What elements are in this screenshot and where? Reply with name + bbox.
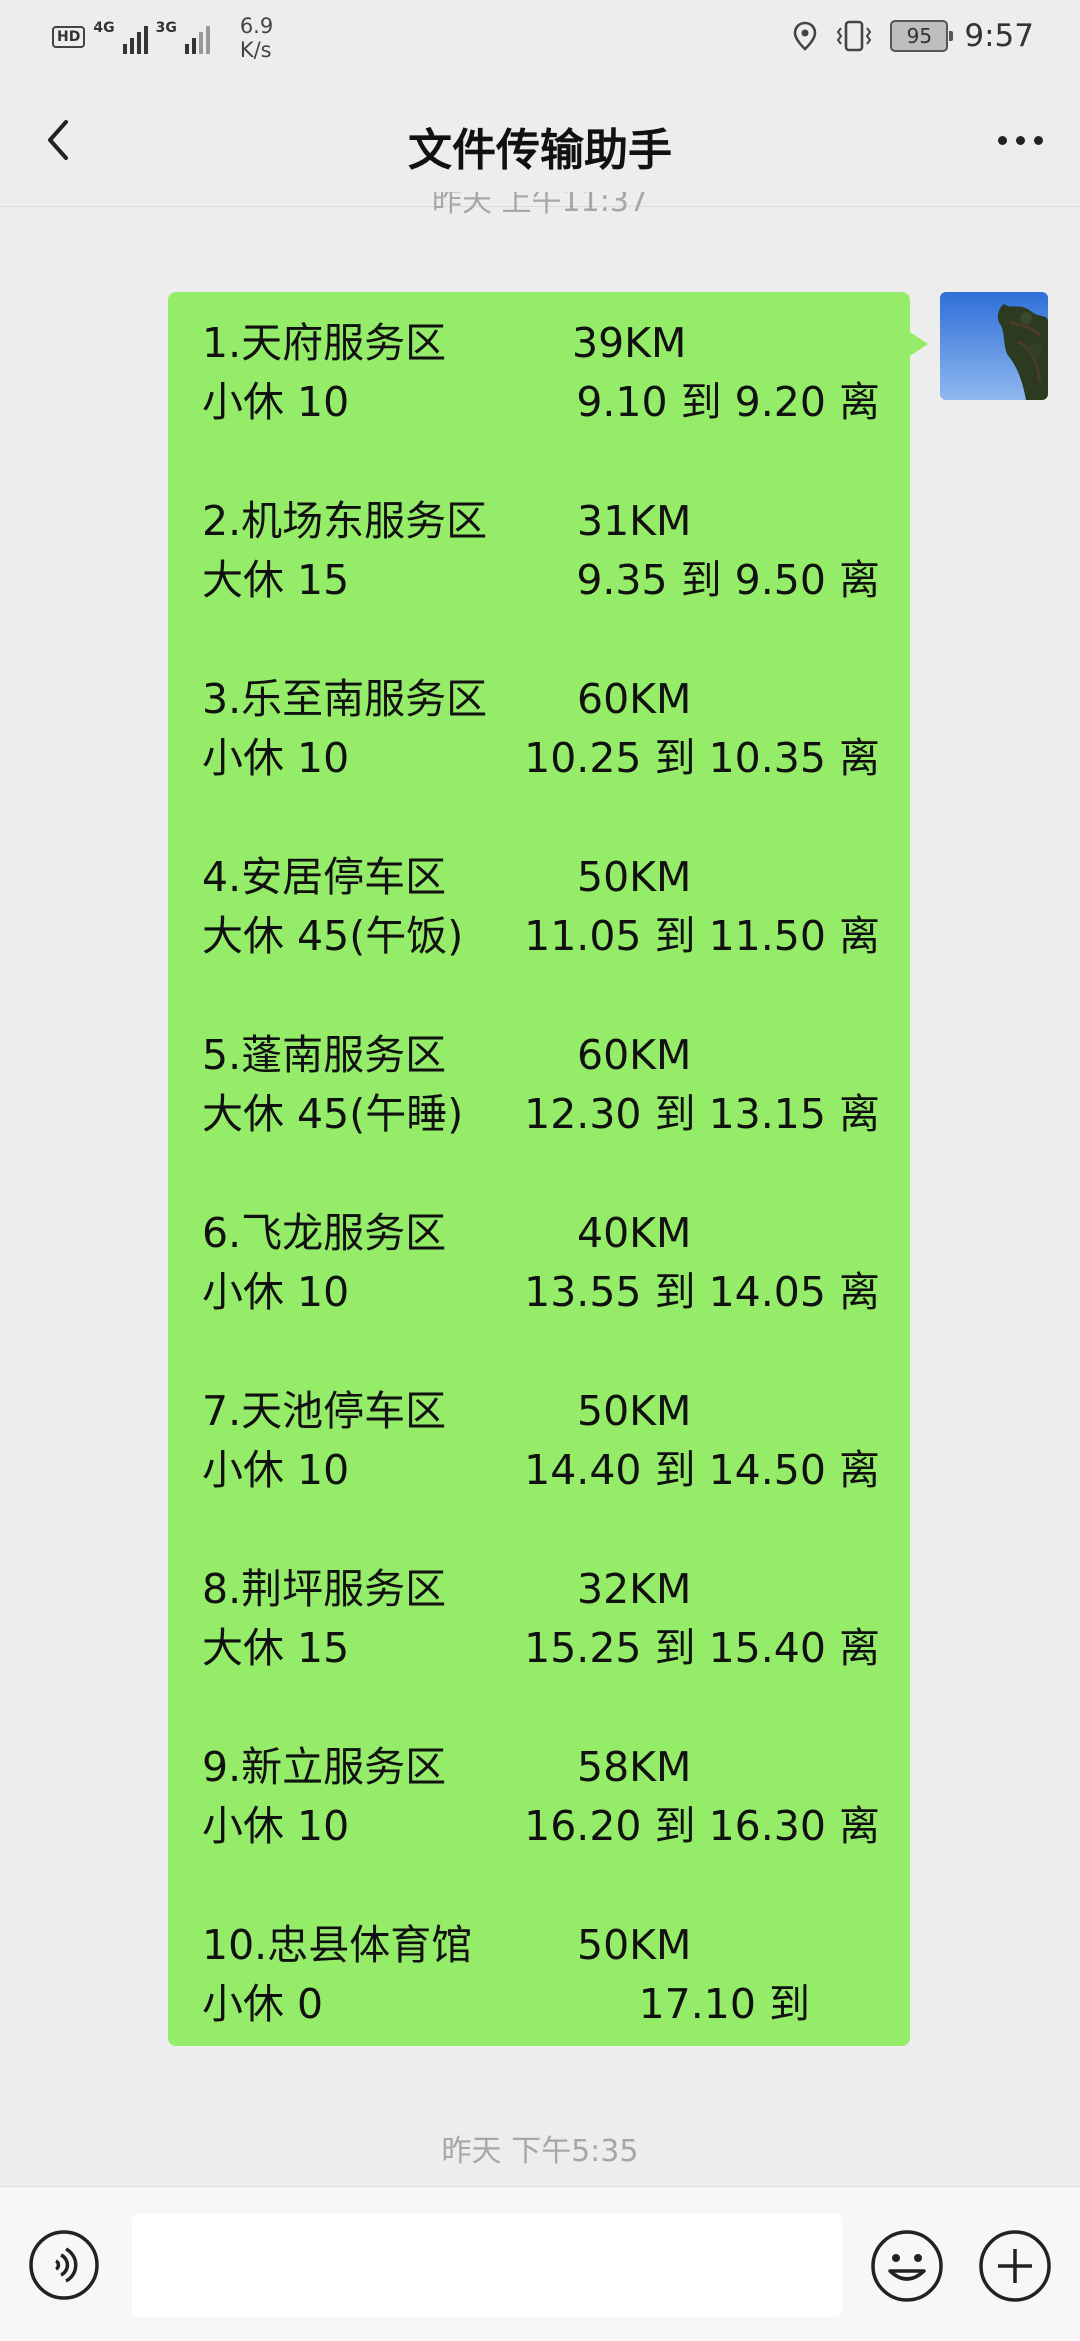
- rest-label: 小休 10: [202, 1802, 350, 1850]
- time-range: 17.10 到: [638, 1980, 810, 2028]
- message-line-time: 小休 0 17.10 到: [202, 1975, 880, 2034]
- distance: 60KM: [577, 675, 692, 723]
- rest-label: 小休 0: [202, 1980, 324, 2028]
- chat-title: 文件传输助手: [408, 125, 672, 176]
- timestamp-bottom: 昨天 下午5:35: [441, 2134, 639, 2169]
- distance: 39KM: [572, 319, 687, 367]
- distance: 40KM: [577, 1209, 692, 1257]
- stop-name: 6.飞龙服务区: [202, 1209, 447, 1257]
- chat-header: 文件传输助手: [0, 76, 1080, 207]
- rest-label: 大休 45(午睡): [202, 1090, 464, 1138]
- message-line-stop: 3.乐至南服务区 60KM: [202, 670, 880, 729]
- message-line-time: 小休 10 10.25 到 10.35 离: [202, 729, 880, 788]
- timestamp-top: 昨天 上午11:37: [432, 192, 648, 216]
- time-range: 14.40 到 14.50 离: [524, 1446, 880, 1494]
- stop-name: 10.忠县体育馆: [202, 1921, 473, 1969]
- message-bubble[interactable]: 1.天府服务区 39KM 小休 10 9.10 到 9.20 离 2.机场东服务区 31K…: [168, 292, 928, 2046]
- network-4g-label: 4G: [93, 20, 115, 36]
- stop-name: 7.天池停车区: [202, 1387, 447, 1435]
- message-line-stop: 4.安居停车区 50KM: [202, 848, 880, 907]
- network-speed: 6.9 K/s: [240, 14, 273, 62]
- time-range: 9.35 到 9.50 离: [576, 556, 880, 604]
- voice-icon[interactable]: [28, 2229, 100, 2301]
- stop-name: 4.安居停车区: [202, 853, 447, 901]
- time-range: 11.05 到 11.50 离: [524, 912, 880, 960]
- plus-icon[interactable]: [978, 2229, 1052, 2303]
- more-dots-icon[interactable]: [988, 110, 1052, 170]
- distance: 60KM: [577, 1031, 692, 1079]
- stop-name: 9.新立服务区: [202, 1743, 447, 1791]
- speed-unit: K/s: [239, 38, 272, 62]
- distance: 32KM: [577, 1565, 692, 1613]
- message-line-time: 小休 10 16.20 到 16.30 离: [202, 1797, 880, 1856]
- message-line-stop: 8.荆坪服务区 32KM: [202, 1560, 880, 1619]
- stop-name: 2.机场东服务区: [202, 497, 488, 545]
- distance: 31KM: [577, 497, 692, 545]
- message-line-time: 小休 10 13.55 到 14.05 离: [202, 1263, 880, 1322]
- rest-label: 小休 10: [202, 1446, 350, 1494]
- rest-label: 小休 10: [202, 734, 350, 782]
- stop-name: 1.天府服务区: [202, 319, 447, 367]
- message-line-time: 小休 10 14.40 到 14.50 离: [202, 1441, 880, 1500]
- speed-value: 6.9: [239, 14, 274, 38]
- network-3g-label: 3G: [155, 20, 177, 36]
- distance: 50KM: [577, 853, 692, 901]
- message-line-time: 小休 10 9.10 到 9.20 离: [202, 373, 880, 432]
- time-range: 12.30 到 13.15 离: [524, 1090, 880, 1138]
- rest-label: 小休 10: [202, 1268, 350, 1316]
- hd-badge: HD: [52, 26, 86, 48]
- message-line-time: 大休 45(午睡) 12.30 到 13.15 离: [202, 1085, 880, 1144]
- stop-name: 5.蓬南服务区: [202, 1031, 447, 1079]
- location-icon: [794, 21, 817, 51]
- time-range: 9.10 到 9.20 离: [576, 378, 880, 426]
- stop-name: 3.乐至南服务区: [202, 675, 488, 723]
- message-line-time: 大休 15 15.25 到 15.40 离: [202, 1619, 880, 1678]
- message-line-stop: 1.天府服务区 39KM: [202, 314, 880, 373]
- time-range: 10.25 到 10.35 离: [524, 734, 880, 782]
- stop-name: 8.荆坪服务区: [202, 1565, 447, 1613]
- time-range: 16.20 到 16.30 离: [524, 1802, 880, 1850]
- emoji-icon[interactable]: [870, 2229, 944, 2303]
- message-line-stop: 5.蓬南服务区 60KM: [202, 1026, 880, 1085]
- message-line-stop: 6.飞龙服务区 40KM: [202, 1204, 880, 1263]
- message-line-stop: 10.忠县体育馆 50KM: [202, 1916, 880, 1975]
- distance: 50KM: [577, 1921, 692, 1969]
- message-line-time: 大休 15 9.35 到 9.50 离: [202, 551, 880, 610]
- signal-bars-2-icon: [184, 24, 210, 54]
- status-bar: HD 4G 3G 6.9 K/s 95 9:57: [0, 0, 1080, 76]
- battery-indicator: 95: [890, 20, 954, 52]
- distance: 58KM: [577, 1743, 692, 1791]
- rest-label: 小休 10: [202, 378, 350, 426]
- input-bar: [0, 2186, 1080, 2341]
- rest-label: 大休 15: [202, 1624, 350, 1672]
- message-line-stop: 2.机场东服务区 31KM: [202, 492, 880, 551]
- rest-label: 大休 45(午饭): [202, 912, 464, 960]
- rest-label: 大休 15: [202, 556, 350, 604]
- time-range: 15.25 到 15.40 离: [524, 1624, 880, 1672]
- status-right: 95 9:57: [792, 18, 1034, 54]
- avatar[interactable]: [940, 292, 1048, 400]
- time-range: 13.55 到 14.05 离: [524, 1268, 880, 1316]
- status-left: HD 4G 3G 6.9 K/s: [52, 14, 273, 62]
- message-input[interactable]: [132, 2213, 842, 2317]
- message-line-stop: 9.新立服务区 58KM: [202, 1738, 880, 1797]
- vibrate-icon: [837, 20, 872, 52]
- distance: 50KM: [577, 1387, 692, 1435]
- signal-bars-1-icon: [122, 24, 148, 54]
- message-line-time: 大休 45(午饭) 11.05 到 11.50 离: [202, 907, 880, 966]
- status-time: 9:57: [964, 18, 1034, 54]
- message-line-stop: 7.天池停车区 50KM: [202, 1382, 880, 1441]
